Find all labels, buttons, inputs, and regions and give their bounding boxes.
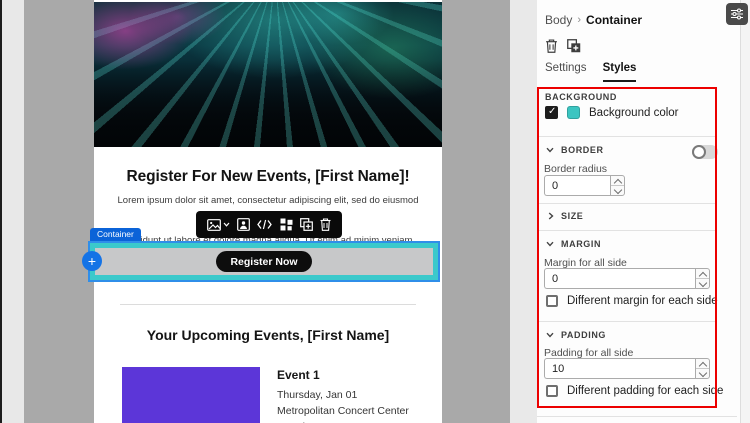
event-date: Thursday, Jan 01 — [277, 389, 358, 401]
collapsed-left-rail — [2, 0, 24, 423]
chevron-down-icon — [223, 222, 230, 227]
component-context-toolbar — [196, 211, 342, 238]
event-venue: Metropolitan Concert Center — [277, 405, 409, 417]
event-title: Event 1 — [277, 368, 320, 382]
different-margin-label: Different margin for each side — [567, 295, 718, 307]
border-toggle[interactable] — [692, 145, 718, 159]
padding-section-header[interactable]: PADDING — [546, 330, 606, 340]
panel-scrollbar[interactable] — [740, 0, 750, 423]
email-headline[interactable]: Register For New Events, [First Name]! — [94, 168, 442, 186]
padding-input-group — [544, 358, 710, 379]
selected-container-block[interactable]: Register Now — [88, 241, 440, 282]
breadcrumb-container: Container — [586, 13, 643, 27]
different-padding-checkbox[interactable] — [546, 385, 558, 397]
event-details[interactable]: Event 1 Thursday, Jan 01 Metropolitan Co… — [277, 368, 409, 423]
stepper-down-icon[interactable] — [696, 369, 709, 378]
padding-all-side-input[interactable] — [544, 358, 695, 379]
background-color-label: Background color — [589, 106, 679, 119]
panel-tabs: Settings Styles — [545, 62, 637, 82]
margin-input-group — [544, 268, 710, 289]
trash-icon — [320, 218, 331, 231]
add-component-button[interactable] — [82, 251, 102, 271]
sliders-icon — [731, 8, 743, 20]
duplicate-button[interactable] — [299, 218, 313, 231]
panel-collapse-button[interactable] — [726, 3, 748, 25]
border-radius-label: Border radius — [544, 163, 608, 175]
hero-concert-image[interactable] — [94, 2, 442, 147]
asset-picker-button[interactable] — [237, 218, 251, 231]
chevron-down-icon — [546, 332, 554, 338]
chevron-down-icon — [546, 147, 554, 153]
tab-styles[interactable]: Styles — [602, 62, 637, 82]
image-dropdown-button[interactable] — [207, 218, 230, 231]
register-now-button[interactable]: Register Now — [216, 251, 312, 272]
section-divider — [538, 321, 715, 322]
duplicate-icon — [567, 39, 581, 53]
background-color-row: Background color — [545, 106, 679, 119]
border-radius-input[interactable] — [544, 175, 610, 196]
section-divider — [538, 230, 715, 231]
trash-icon — [546, 39, 557, 53]
breadcrumb-body[interactable]: Body — [545, 13, 572, 27]
breadcrumb: Body › Container — [545, 13, 642, 27]
different-margin-checkbox[interactable] — [546, 295, 558, 307]
margin-section-header[interactable]: MARGIN — [546, 239, 601, 249]
border-section-header[interactable]: BORDER — [546, 145, 604, 155]
image-icon — [207, 218, 222, 231]
section-divider — [538, 203, 715, 204]
duplicate-container-button[interactable] — [567, 39, 581, 56]
selected-container-tag: Container — [90, 228, 141, 241]
delete-button[interactable] — [320, 218, 331, 231]
email-divider[interactable] — [120, 304, 416, 305]
chevron-down-icon — [546, 241, 554, 247]
section-divider — [537, 416, 737, 417]
duplicate-icon — [299, 218, 313, 231]
panel-action-row — [545, 39, 581, 56]
background-color-checkbox[interactable] — [545, 106, 558, 119]
padding-stepper — [695, 358, 710, 379]
event-thumbnail-image[interactable] — [122, 367, 260, 423]
size-section-title: SIZE — [561, 211, 584, 221]
stepper-down-icon[interactable] — [696, 279, 709, 288]
event-location: Anywhere, USA — [277, 419, 409, 423]
background-section-title: BACKGROUND — [545, 92, 617, 102]
different-padding-label: Different padding for each side — [567, 385, 724, 397]
border-radius-input-group — [544, 175, 625, 196]
margin-all-side-input[interactable] — [544, 268, 695, 289]
email-designer-window: Register For New Events, [First Name]! L… — [0, 0, 750, 423]
different-padding-row: Different padding for each side — [546, 385, 723, 397]
chevron-right-icon — [548, 212, 554, 220]
components-button[interactable] — [280, 218, 293, 231]
margin-section-title: MARGIN — [561, 239, 602, 249]
size-section-header[interactable]: SIZE — [548, 211, 583, 221]
border-section-title: BORDER — [561, 145, 604, 155]
section-divider — [538, 136, 715, 137]
margin-stepper — [695, 268, 710, 289]
breadcrumb-separator-icon: › — [577, 14, 582, 26]
tab-settings[interactable]: Settings — [545, 62, 587, 82]
code-icon — [257, 219, 273, 230]
border-radius-stepper — [610, 175, 625, 196]
asset-picker-icon — [237, 218, 251, 231]
edit-code-button[interactable] — [257, 219, 273, 230]
delete-container-button[interactable] — [545, 39, 558, 56]
toggle-knob — [692, 145, 706, 159]
padding-section-title: PADDING — [561, 330, 607, 340]
background-color-swatch[interactable] — [567, 106, 580, 119]
stepper-down-icon[interactable] — [611, 186, 624, 195]
components-icon — [280, 218, 293, 231]
container-content-area: Register Now — [95, 248, 433, 275]
events-heading[interactable]: Your Upcoming Events, [First Name] — [94, 327, 442, 343]
different-margin-row: Different margin for each side — [546, 295, 718, 307]
